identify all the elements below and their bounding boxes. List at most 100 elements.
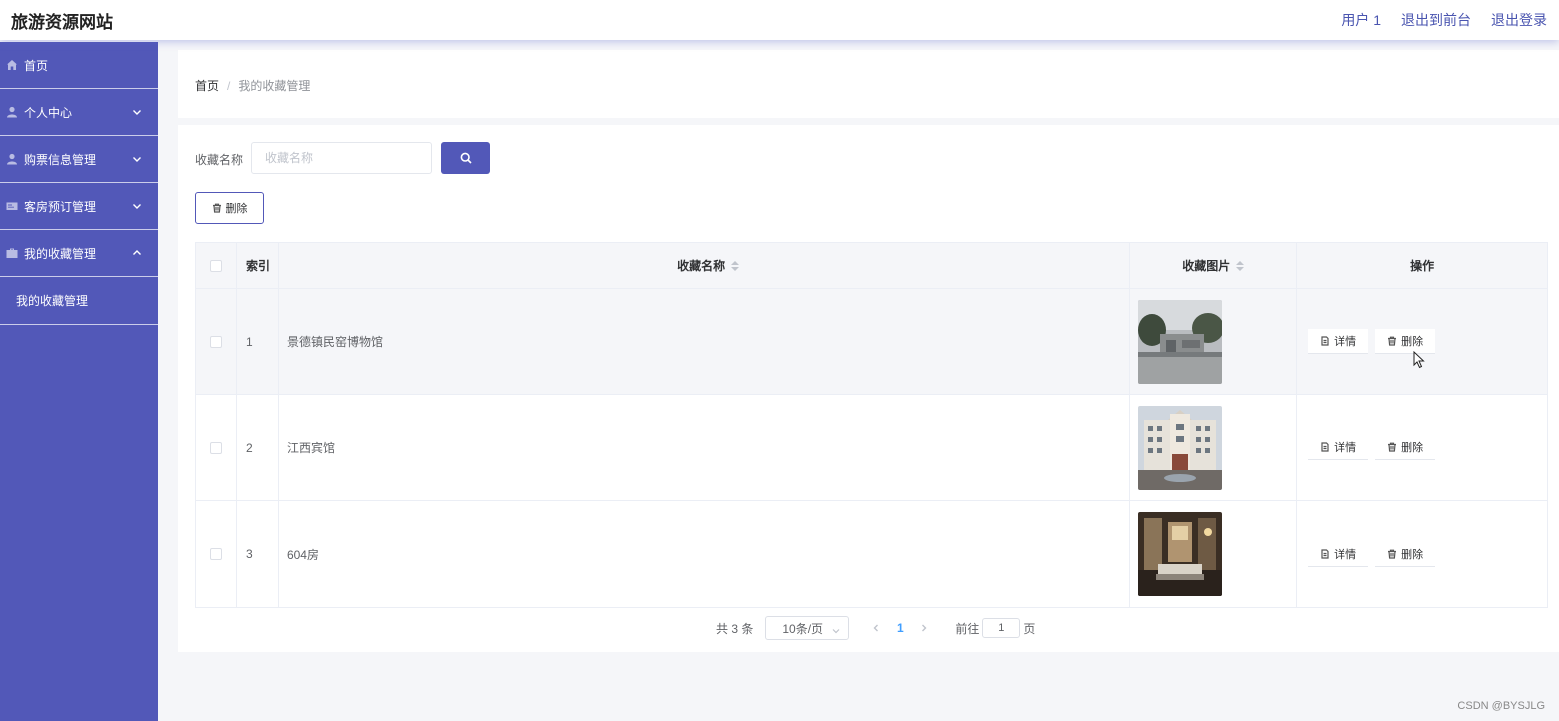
sidebar-item-label: 个人中心 bbox=[24, 105, 73, 120]
page-size-value: 10条/页 bbox=[782, 621, 824, 636]
chevron-down-icon bbox=[132, 106, 142, 116]
header-name[interactable]: 收藏名称 bbox=[279, 243, 1131, 288]
goto-page: 前往 页 bbox=[955, 618, 1035, 638]
row-index: 2 bbox=[237, 395, 279, 500]
header-index: 索引 bbox=[237, 243, 279, 288]
row-name: 江西宾馆 bbox=[279, 395, 1131, 500]
sort-icon[interactable] bbox=[1236, 260, 1245, 271]
chevron-right-icon bbox=[922, 624, 927, 632]
breadcrumb-home[interactable]: 首页 bbox=[195, 79, 219, 93]
trash-icon bbox=[212, 203, 221, 213]
user-icon bbox=[5, 106, 18, 119]
row-ops: 详情 删除 bbox=[1297, 501, 1547, 607]
row-image-cell bbox=[1130, 395, 1298, 500]
sidebar-item-label: 客房预订管理 bbox=[24, 199, 97, 214]
select-all-checkbox[interactable] bbox=[209, 259, 222, 272]
top-links: 用户 1 退出到前台 退出登录 bbox=[1341, 10, 1547, 30]
delete-button[interactable]: 删除 bbox=[1375, 435, 1436, 460]
chevron-down-icon bbox=[132, 153, 142, 163]
row-index: 3 bbox=[237, 501, 279, 607]
header-name-label: 收藏名称 bbox=[677, 259, 726, 273]
header-image[interactable]: 收藏图片 bbox=[1130, 243, 1298, 288]
document-icon bbox=[1321, 442, 1329, 452]
detail-label: 详情 bbox=[1334, 442, 1357, 454]
prev-page-button[interactable] bbox=[865, 617, 887, 639]
chevron-up-icon bbox=[132, 247, 142, 257]
hotel-photo[interactable] bbox=[1138, 405, 1223, 490]
batch-delete-label: 删除 bbox=[225, 203, 248, 215]
logout-link[interactable]: 退出登录 bbox=[1491, 10, 1547, 30]
row-checkbox[interactable] bbox=[209, 548, 222, 560]
delete-button[interactable]: 删除 bbox=[1375, 329, 1436, 354]
detail-button[interactable]: 详情 bbox=[1308, 329, 1369, 354]
row-name: 604房 bbox=[279, 501, 1131, 607]
header-ops-label: 操作 bbox=[1410, 259, 1435, 273]
delete-label: 删除 bbox=[1401, 548, 1424, 561]
row-name: 景德镇民窑博物馆 bbox=[279, 289, 1131, 394]
table-header: 索引 收藏名称 收藏图片 操作 bbox=[196, 243, 1547, 289]
row-checkbox[interactable] bbox=[209, 335, 222, 348]
detail-label: 详情 bbox=[1334, 548, 1357, 561]
document-icon bbox=[1321, 548, 1329, 559]
user-icon bbox=[5, 153, 18, 166]
chevron-left-icon bbox=[873, 624, 879, 632]
delete-button[interactable]: 删除 bbox=[1375, 541, 1436, 567]
table-row: 1 景德镇民窑博物馆 详情 删除 bbox=[196, 289, 1547, 395]
sidebar-subitem-favorites[interactable]: 我的收藏管理 bbox=[0, 277, 158, 325]
goto-page-input[interactable] bbox=[982, 618, 1021, 638]
museum-photo[interactable] bbox=[1138, 299, 1223, 384]
back-to-frontend-link[interactable]: 退出到前台 bbox=[1401, 10, 1471, 30]
search-input[interactable] bbox=[251, 142, 432, 174]
page-size-select[interactable]: 10条/页 bbox=[765, 616, 850, 640]
sort-icon[interactable] bbox=[731, 260, 740, 271]
sidebar-item-room-booking[interactable]: 客房预订管理 bbox=[0, 183, 158, 230]
sidebar-item-ticket-management[interactable]: 购票信息管理 bbox=[0, 136, 158, 183]
detail-label: 详情 bbox=[1334, 336, 1357, 348]
search-icon bbox=[460, 152, 472, 164]
header-index-label: 索引 bbox=[245, 259, 270, 273]
detail-button[interactable]: 详情 bbox=[1308, 435, 1369, 460]
sidebar-item-personal-center[interactable]: 个人中心 bbox=[0, 89, 158, 136]
search-button[interactable] bbox=[441, 142, 490, 174]
card-icon bbox=[5, 200, 18, 213]
site-title: 旅游资源网站 bbox=[11, 13, 113, 32]
page-number[interactable]: 1 bbox=[887, 621, 913, 635]
sidebar-item-label: 我的收藏管理 bbox=[24, 246, 97, 261]
row-image-cell bbox=[1130, 501, 1298, 607]
header-select-cell bbox=[196, 243, 237, 288]
watermark: CSDN @BYSJLG bbox=[1457, 700, 1545, 712]
row-checkbox[interactable] bbox=[209, 441, 222, 454]
delete-label: 删除 bbox=[1401, 336, 1424, 348]
header-image-label: 收藏图片 bbox=[1182, 259, 1231, 273]
breadcrumb: 首页 / 我的收藏管理 bbox=[195, 77, 310, 94]
goto-prefix: 前往 bbox=[955, 621, 980, 636]
pagination-total: 共 3 条 bbox=[716, 621, 754, 636]
next-page-button[interactable] bbox=[913, 617, 935, 639]
batch-delete-button[interactable]: 删除 bbox=[195, 192, 264, 224]
document-icon bbox=[1321, 336, 1329, 346]
detail-button[interactable]: 详情 bbox=[1308, 541, 1369, 567]
mouse-cursor-icon bbox=[1413, 351, 1425, 369]
pagination: 共 3 条 10条/页 1 前往 页 bbox=[716, 616, 1035, 640]
sidebar-item-label: 首页 bbox=[24, 58, 49, 73]
row-ops: 详情 删除 bbox=[1297, 289, 1547, 394]
sidebar-item-favorites[interactable]: 我的收藏管理 bbox=[0, 230, 158, 277]
row-ops: 详情 删除 bbox=[1297, 395, 1547, 500]
home-icon bbox=[5, 59, 18, 72]
sidebar: 首页 个人中心 购票信息管理 客房预订管理 我的收藏管理 我的收藏管理 bbox=[0, 42, 158, 721]
chevron-down-icon bbox=[132, 200, 142, 210]
row-index: 1 bbox=[237, 289, 279, 394]
breadcrumb-current: 我的收藏管理 bbox=[238, 79, 311, 93]
chevron-down-icon bbox=[832, 624, 840, 634]
user-link[interactable]: 用户 1 bbox=[1341, 10, 1381, 30]
main-content: 收藏名称 删除 索引 收藏名称 收藏图片 操作 1 景德镇民窑博物馆 bbox=[178, 125, 1559, 652]
row-select-cell bbox=[196, 395, 237, 500]
table-row: 2 江西宾馆 详情 删除 bbox=[196, 395, 1547, 501]
trash-icon bbox=[1388, 336, 1397, 346]
top-bar: 旅游资源网站 用户 1 退出到前台 退出登录 bbox=[0, 0, 1559, 40]
breadcrumb-card: 首页 / 我的收藏管理 bbox=[178, 50, 1559, 118]
room-photo[interactable] bbox=[1138, 512, 1223, 596]
sidebar-item-home[interactable]: 首页 bbox=[0, 42, 158, 89]
row-image-cell bbox=[1130, 289, 1298, 394]
breadcrumb-separator: / bbox=[227, 79, 231, 93]
